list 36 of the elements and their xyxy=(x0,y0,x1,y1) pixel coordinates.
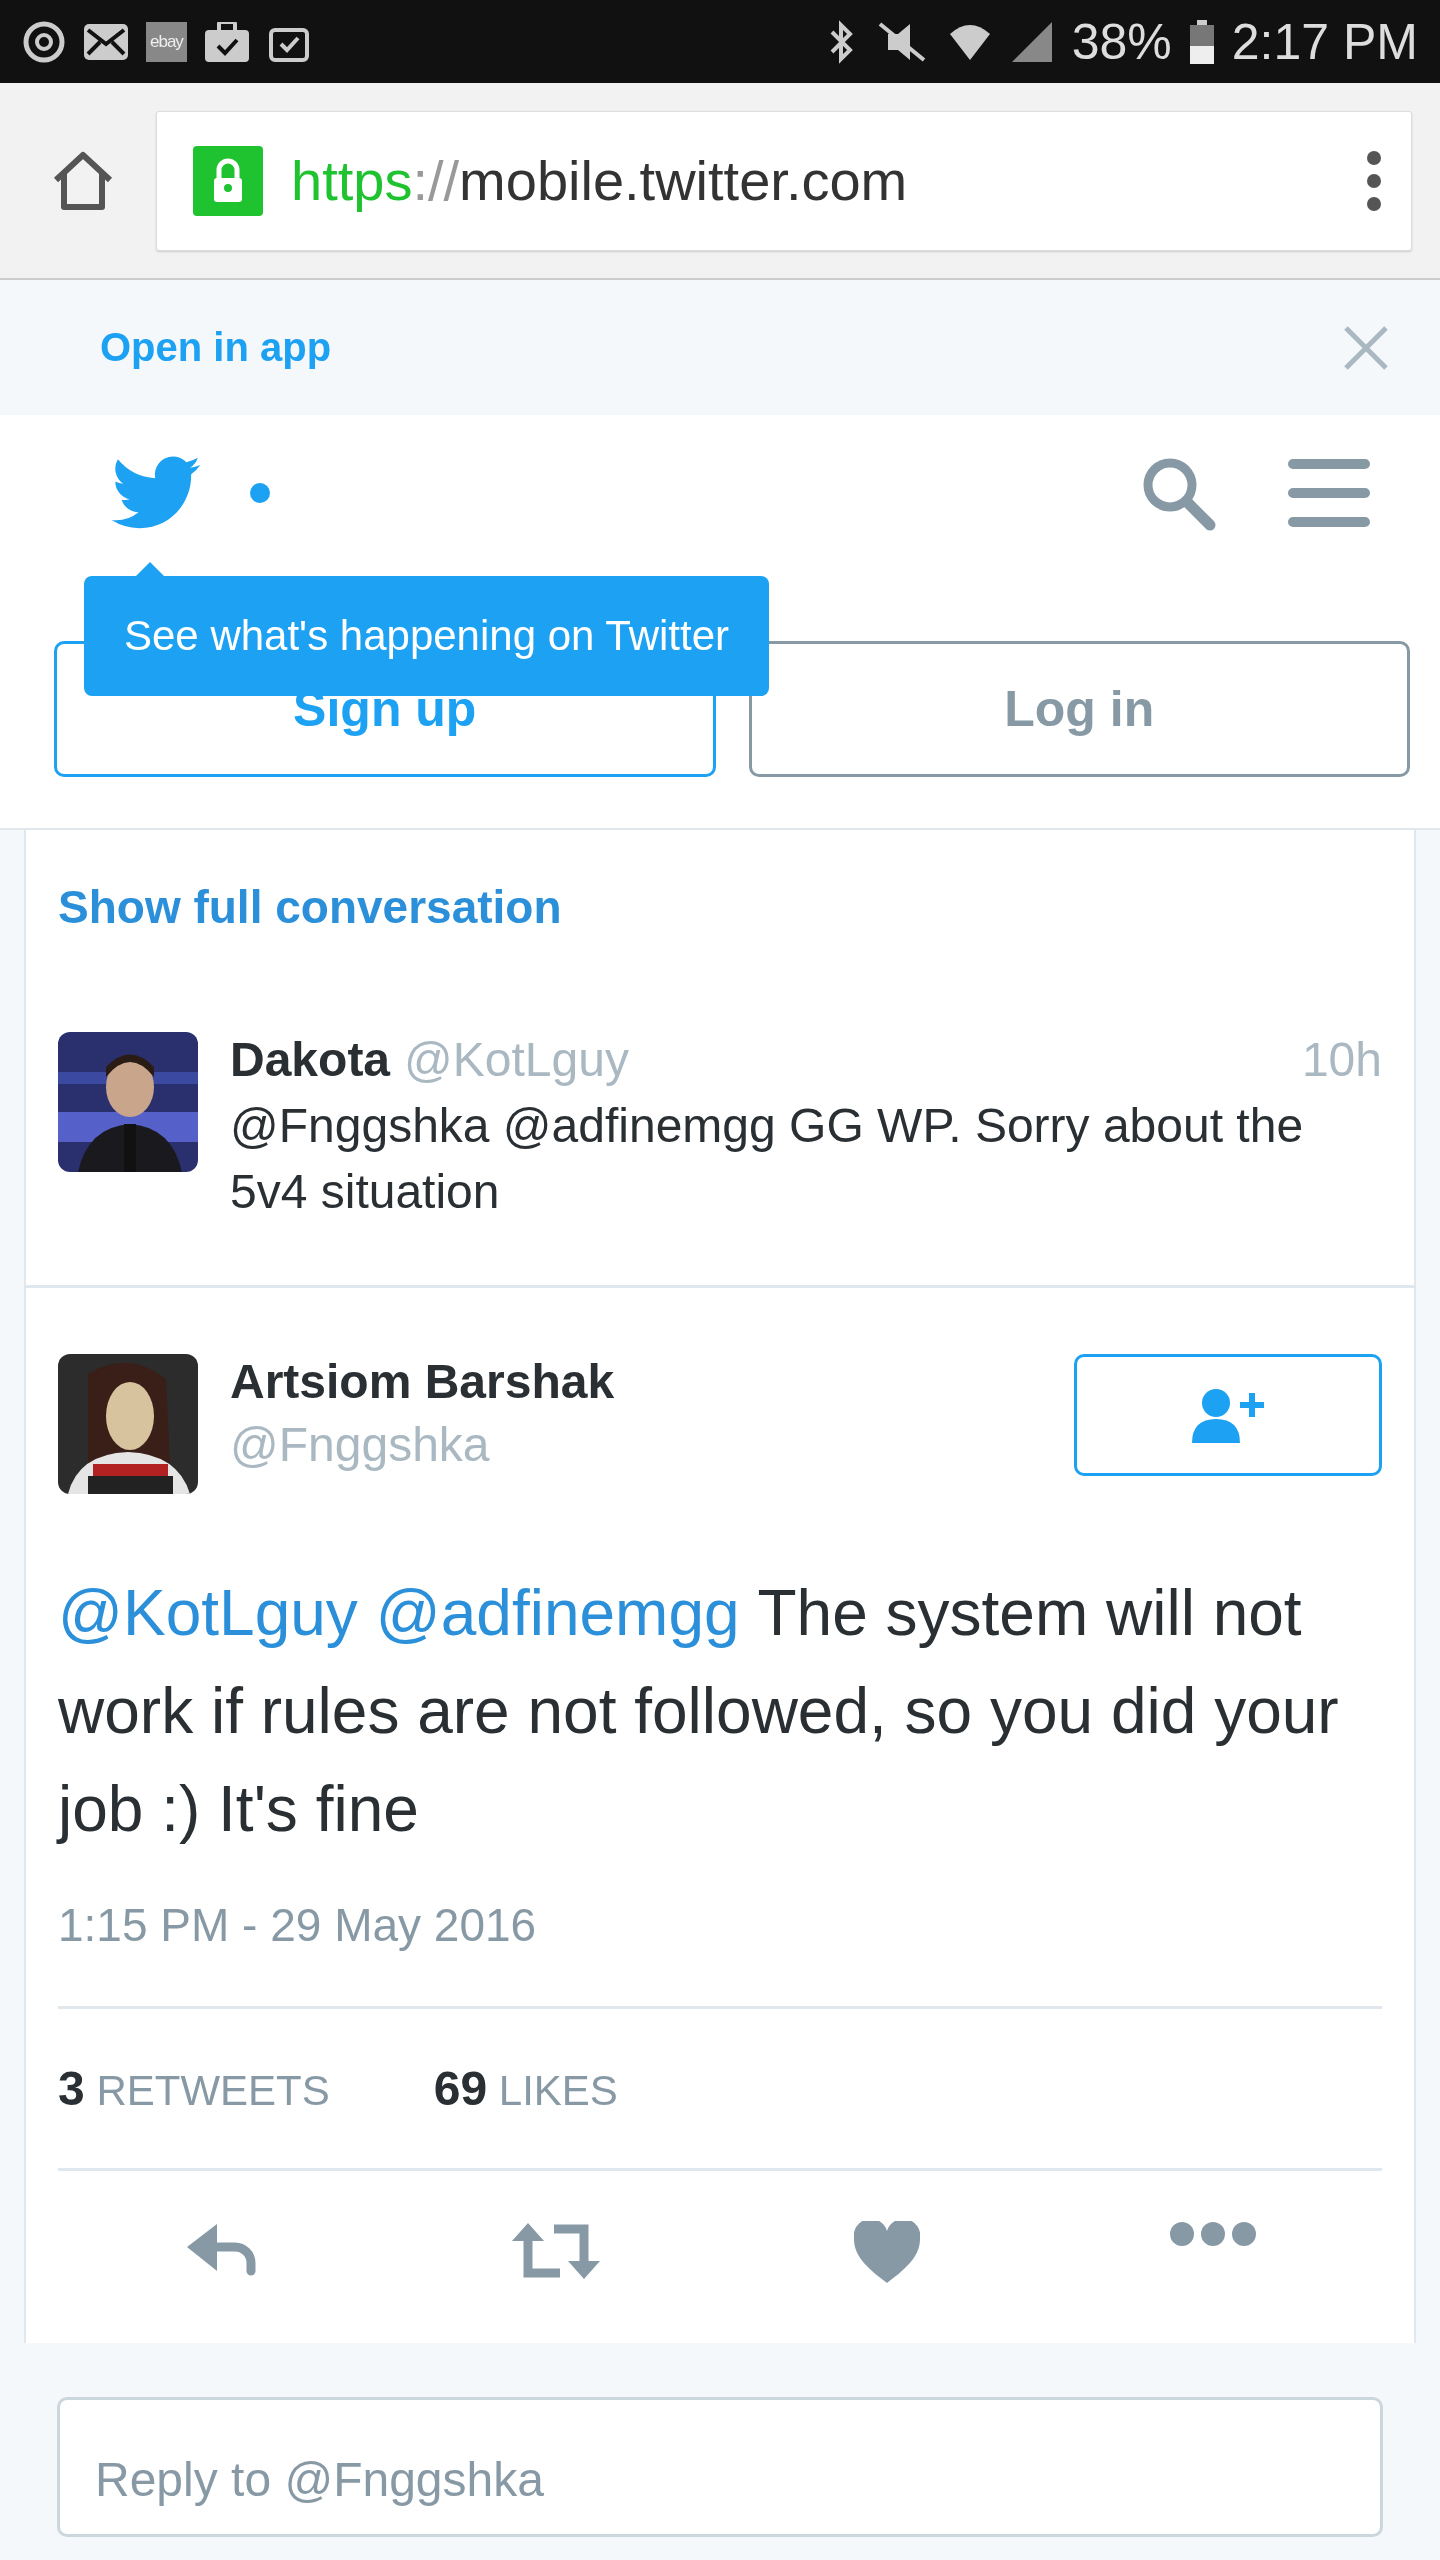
tweet-text: @KotLguy @adfinemgg The system will not work if rules are not followed, so you did your job :) It's fine xyxy=(58,1576,1340,1847)
follow-user-icon xyxy=(1190,1387,1266,1443)
show-full-conversation-link[interactable]: Show full conversation xyxy=(26,830,1414,984)
ebay-badge: ebay xyxy=(146,21,187,62)
reply-field[interactable]: Reply to @Fnggshka xyxy=(57,2397,1383,2537)
author-name: Artsiom Barshak xyxy=(230,1354,616,1409)
clock-time: 2:17 PM xyxy=(1231,12,1418,71)
menu-icon[interactable] xyxy=(1288,458,1370,528)
author-name: Dakota xyxy=(230,1032,391,1087)
mention-link[interactable]: @adfinemgg xyxy=(375,1577,740,1649)
tweet-text: @Fnggshka @adfinemgg GG WP. Sorry about the 5v4 situation xyxy=(230,1098,1305,1220)
tooltip: See what's happening on Twitter xyxy=(84,576,769,696)
sync-icon xyxy=(22,19,66,64)
notification-dot xyxy=(250,483,270,503)
mail-icon xyxy=(84,23,128,60)
briefcase-icon xyxy=(204,21,249,62)
stat-count[interactable]: 69 LIKES xyxy=(433,2061,618,2116)
url-text: https://mobile.twitter.com xyxy=(291,148,909,213)
log-in-button[interactable]: Log in xyxy=(748,641,1410,777)
more-vertical-icon[interactable] xyxy=(1367,150,1381,211)
open-in-app-link[interactable]: Open in app xyxy=(100,325,332,370)
author-handle: @KotLguy xyxy=(404,1032,629,1087)
mention-link[interactable]: @KotLguy xyxy=(58,1577,358,1649)
author-handle: @Fnggshka xyxy=(230,1417,491,1472)
close-icon[interactable] xyxy=(1342,323,1390,372)
bird-icon xyxy=(110,456,202,530)
follow-button[interactable] xyxy=(1074,1354,1382,1476)
battery-icon xyxy=(1189,19,1214,64)
battery-percent: 38% xyxy=(1071,12,1172,71)
heart-icon[interactable] xyxy=(853,2221,920,2283)
tweet-timestamp: 1:15 PM - 29 May 2016 xyxy=(58,1898,1382,2009)
tweet-time: 10h xyxy=(1301,1032,1382,1087)
lock-icon xyxy=(193,145,263,216)
address-bar[interactable]: https://mobile.twitter.com xyxy=(156,110,1412,251)
more-icon[interactable] xyxy=(1169,2221,1258,2247)
stat-count[interactable]: 3 RETWEETS xyxy=(58,2061,330,2116)
